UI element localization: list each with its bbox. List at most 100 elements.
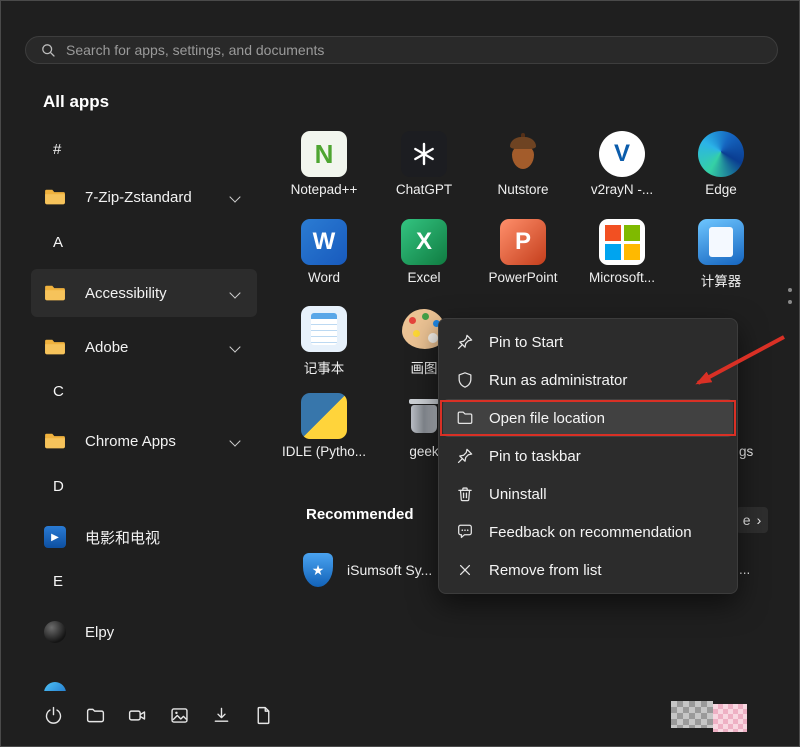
menu-item-label: Feedback on recommendation [489,524,692,541]
list-item-7zip-zstandard[interactable]: 7-Zip-Zstandard [31,173,257,221]
menu-item-label: Pin to taskbar [489,448,581,465]
menu-item-label: Run as administrator [489,372,627,389]
list-item-chrome-apps[interactable]: Chrome Apps [31,417,257,465]
app-tile-label: Notepad++ [291,182,358,197]
idle-python-icon [301,393,347,439]
app-tile-label: v2rayN -... [591,182,653,197]
list-item-label: Adobe [85,339,128,356]
letter-header[interactable]: C [31,379,257,403]
menu-item-pin-to-start[interactable]: Pin to Start [443,323,733,361]
app-tile-label: 画图 [411,357,438,377]
folder-icon [43,335,67,359]
feedback-icon [455,522,475,542]
menu-item-uninstall[interactable]: Uninstall [443,475,733,513]
recommended-more-button[interactable]: e › [736,507,768,533]
shield-icon [455,370,475,390]
letter-header[interactable]: E [31,569,257,593]
scroll-indicator-dot [788,288,792,292]
menu-item-remove-from-list[interactable]: Remove from list [443,551,733,589]
app-tile-calculator[interactable]: 计算器 [673,219,769,290]
page-title: All apps [43,92,109,112]
pixelated-censor-block [713,704,747,732]
letter-header[interactable]: D [31,474,257,498]
app-tile-label: Edge [705,182,737,197]
chevron-down-icon [229,191,240,202]
app-tile-excel[interactable]: X Excel [376,219,472,285]
recommended-title: Recommended [306,506,414,523]
app-tile-powerpoint[interactable]: P PowerPoint [475,219,571,285]
search-icon [40,42,56,58]
list-item-label: Chrome Apps [85,433,176,450]
app-tile-label: Nutstore [497,182,548,197]
notepad-plus-plus-icon: N [301,131,347,177]
app-tile-word[interactable]: W Word [276,219,372,285]
list-item-accessibility[interactable]: Accessibility [31,269,257,317]
menu-item-label: Pin to Start [489,334,563,351]
app-tile-label: 计算器 [701,270,742,290]
all-apps-list: # 7-Zip-Zstandard A Accessibility Adobe … [31,129,257,691]
app-tile-idle-python[interactable]: IDLE (Pytho... [276,393,372,459]
menu-item-label: Remove from list [489,562,602,579]
search-placeholder: Search for apps, settings, and documents [66,42,324,58]
chatgpt-icon [401,131,447,177]
menu-item-run-as-administrator[interactable]: Run as administrator [443,361,733,399]
app-tile-label: ChatGPT [396,182,452,197]
isumsoft-shield-icon: ★ [303,553,333,587]
pixelated-censor-block [671,701,713,728]
app-tile-label: geek [409,444,438,459]
chinese-notepad-icon [301,306,347,352]
app-tile-v2rayn[interactable]: V v2rayN -... [574,131,670,197]
word-icon: W [301,219,347,265]
partial-app-icon [43,681,67,691]
list-item-label: Accessibility [85,285,167,302]
app-tile-label: IDLE (Pytho... [282,444,366,459]
list-item-label: 电影和电视 [85,527,160,548]
app-tile-nutstore[interactable]: Nutstore [475,131,571,197]
context-menu: Pin to Start Run as administrator Open f… [438,318,738,594]
list-item-movies-tv[interactable]: ▶ 电影和电视 [31,513,257,561]
app-tile-label: Microsoft... [589,270,655,285]
folder-icon [43,429,67,453]
recommended-item-isumsoft[interactable]: ★ iSumsoft Sy... [303,553,432,587]
document-icon[interactable] [251,703,275,727]
menu-item-pin-to-taskbar[interactable]: Pin to taskbar [443,437,733,475]
excel-icon: X [401,219,447,265]
scroll-indicator-dot [788,300,792,304]
app-tile-notepadpp[interactable]: N Notepad++ [276,131,372,197]
folder-icon[interactable] [83,703,107,727]
app-tile-edge[interactable]: Edge [673,131,769,197]
power-icon[interactable] [41,703,65,727]
trash-icon [455,484,475,504]
folder-icon [43,281,67,305]
app-tile-microsoft[interactable]: Microsoft... [574,219,670,285]
app-tile-label: Excel [407,270,440,285]
elpy-icon [43,620,67,644]
list-item-elpy[interactable]: Elpy [31,608,257,656]
menu-item-open-file-location[interactable]: Open file location [443,399,733,437]
download-icon[interactable] [209,703,233,727]
letter-header[interactable]: A [31,230,257,254]
list-item-partial[interactable] [31,669,257,691]
menu-item-label: Uninstall [489,486,547,503]
menu-item-feedback-on-recommendation[interactable]: Feedback on recommendation [443,513,733,551]
list-item-label: Elpy [85,624,114,641]
more-label-fragment: e [743,512,751,528]
bottom-bar [41,703,275,727]
search-input[interactable]: Search for apps, settings, and documents [25,36,778,64]
remove-x-icon [455,560,475,580]
app-tile-chatgpt[interactable]: ChatGPT [376,131,472,197]
video-camera-icon[interactable] [125,703,149,727]
chevron-down-icon [229,287,240,298]
pin-icon [455,332,475,352]
partial-grid-label: gs [739,444,753,459]
edge-icon [698,131,744,177]
microsoft-icon [599,219,645,265]
list-item-label: 7-Zip-Zstandard [85,189,192,206]
list-item-adobe[interactable]: Adobe [31,323,257,371]
letter-header[interactable]: # [31,137,257,161]
app-tile-chinese-notepad[interactable]: 记事本 [276,306,372,377]
app-tile-label: PowerPoint [488,270,557,285]
image-icon[interactable] [167,703,191,727]
nutstore-icon [500,131,546,177]
movies-tv-icon: ▶ [43,525,67,549]
